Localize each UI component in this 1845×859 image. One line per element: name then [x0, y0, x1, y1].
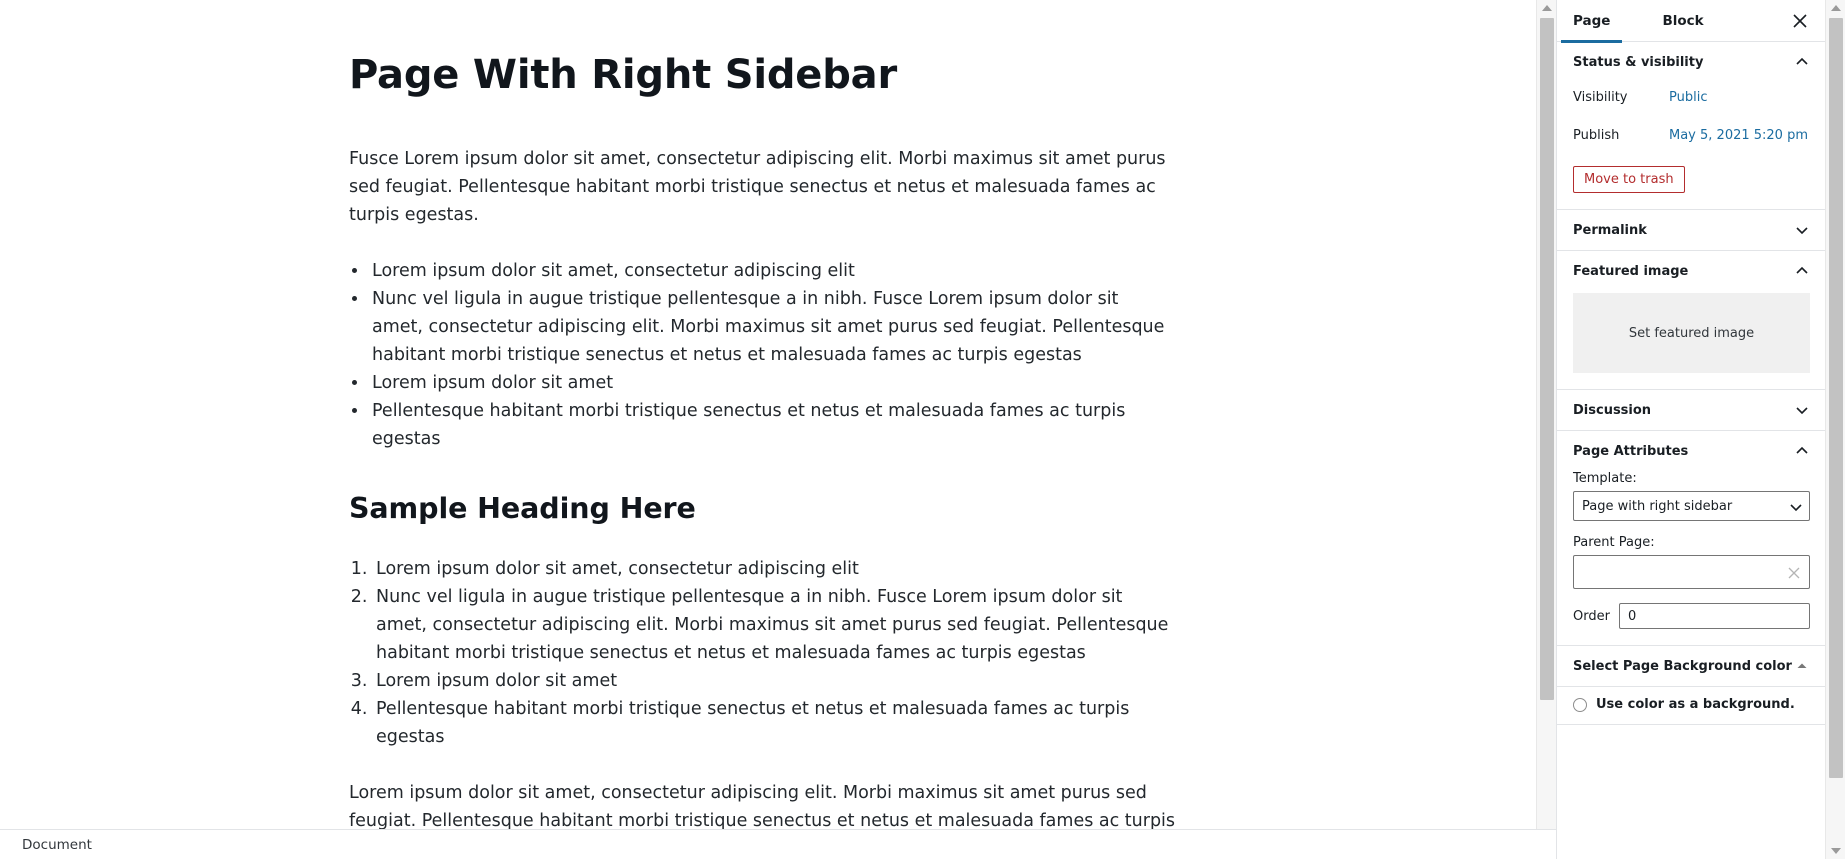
panel-discussion-header[interactable]: Discussion: [1557, 390, 1826, 430]
panel-discussion: Discussion: [1557, 390, 1826, 431]
chevron-up-icon: [1794, 54, 1810, 70]
order-input[interactable]: [1619, 603, 1810, 629]
use-color-as-background-label: Use color as a background.: [1596, 697, 1795, 712]
panel-page-attributes-body: Template: Page with right sidebar Parent…: [1557, 471, 1826, 645]
editor-statusbar: Document: [0, 829, 1556, 859]
scroll-up-arrow-icon[interactable]: [1826, 0, 1845, 16]
settings-sidebar: Page Block Status & visibility Visibilit…: [1556, 0, 1845, 859]
panel-status-visibility-body: Visibility Public Publish May 5, 2021 5:…: [1557, 82, 1826, 209]
editor-region: Page With Right Sidebar Fusce Lorem ipsu…: [0, 0, 1556, 859]
panel-background-color-header[interactable]: Select Page Background color: [1557, 646, 1826, 686]
panel-title: Select Page Background color: [1573, 658, 1792, 674]
ordered-list-block[interactable]: Lorem ipsum dolor sit amet, consectetur …: [349, 555, 1169, 751]
unordered-list-block[interactable]: Lorem ipsum dolor sit amet, consectetur …: [349, 257, 1169, 453]
template-select[interactable]: Page with right sidebar: [1573, 491, 1810, 521]
close-icon: [1793, 13, 1807, 28]
chevron-down-icon: [1794, 222, 1810, 238]
use-color-as-background-row[interactable]: Use color as a background.: [1557, 687, 1826, 724]
caret-up-icon: [1794, 658, 1810, 674]
radio-button-icon[interactable]: [1573, 697, 1587, 712]
chevron-up-icon: [1794, 263, 1810, 279]
chevron-up-icon: [1794, 443, 1810, 459]
parent-page-wrap: [1573, 555, 1810, 589]
panel-status-visibility: Status & visibility Visibility Public Pu…: [1557, 42, 1826, 210]
publish-row: Publish May 5, 2021 5:20 pm: [1573, 120, 1810, 150]
order-row: Order: [1573, 603, 1810, 629]
chevron-down-icon: [1794, 402, 1810, 418]
list-item[interactable]: Lorem ipsum dolor sit amet, consectetur …: [373, 555, 1169, 583]
editor-canvas[interactable]: Page With Right Sidebar Fusce Lorem ipsu…: [0, 0, 1536, 845]
panel-title: Discussion: [1573, 402, 1652, 418]
order-label: Order: [1573, 608, 1610, 624]
panel-status-visibility-header[interactable]: Status & visibility: [1557, 42, 1826, 82]
list-item[interactable]: Pellentesque habitant morbi tristique se…: [369, 397, 1169, 453]
publish-date-button[interactable]: May 5, 2021 5:20 pm: [1669, 128, 1808, 143]
list-item[interactable]: Lorem ipsum dolor sit amet: [373, 667, 1169, 695]
page-title[interactable]: Page With Right Sidebar: [349, 52, 1189, 99]
list-item[interactable]: Lorem ipsum dolor sit amet, consectetur …: [369, 257, 1169, 285]
divider: [1557, 724, 1826, 725]
visibility-label: Visibility: [1573, 89, 1628, 105]
list-item[interactable]: Pellentesque habitant morbi tristique se…: [373, 695, 1169, 751]
editor-scrollbar[interactable]: [1536, 0, 1556, 845]
intro-paragraph-block[interactable]: Fusce Lorem ipsum dolor sit amet, consec…: [349, 145, 1187, 229]
parent-page-label: Parent Page:: [1573, 535, 1655, 550]
section-heading[interactable]: Sample Heading Here: [349, 491, 1189, 527]
template-label: Template:: [1573, 471, 1637, 486]
move-to-trash-button[interactable]: Move to trash: [1573, 166, 1685, 193]
publish-label: Publish: [1573, 127, 1620, 143]
visibility-value-button[interactable]: Public: [1669, 90, 1707, 105]
panel-permalink: Permalink: [1557, 210, 1826, 251]
set-featured-image-button[interactable]: Set featured image: [1573, 293, 1810, 373]
parent-page-input[interactable]: [1573, 555, 1810, 589]
panel-featured-image-header[interactable]: Featured image: [1557, 251, 1826, 291]
statusbar-breadcrumb[interactable]: Document: [22, 837, 92, 853]
editor-scrollbar-thumb[interactable]: [1540, 18, 1554, 700]
sidebar-tabs: Page Block: [1557, 0, 1826, 43]
gutenberg-editor-app: Page With Right Sidebar Fusce Lorem ipsu…: [0, 0, 1845, 859]
scroll-up-arrow-icon[interactable]: [1537, 0, 1556, 16]
panel-featured-image: Featured image Set featured image: [1557, 251, 1826, 390]
panel-background-color: Select Page Background color: [1557, 646, 1826, 687]
sidebar-scrollbar-thumb[interactable]: [1829, 18, 1843, 778]
template-select-wrap: Page with right sidebar: [1573, 491, 1810, 521]
panel-permalink-header[interactable]: Permalink: [1557, 210, 1826, 250]
close-sidebar-button[interactable]: [1788, 9, 1812, 33]
panel-page-attributes: Page Attributes Template: Page with righ…: [1557, 431, 1826, 646]
list-item[interactable]: Lorem ipsum dolor sit amet: [369, 369, 1169, 397]
visibility-row: Visibility Public: [1573, 82, 1810, 112]
list-item[interactable]: Nunc vel ligula in augue tristique pelle…: [369, 285, 1169, 369]
tab-block[interactable]: Block: [1650, 0, 1715, 42]
post-content-column: Page With Right Sidebar Fusce Lorem ipsu…: [349, 0, 1189, 845]
panel-page-attributes-header[interactable]: Page Attributes: [1557, 431, 1826, 471]
tab-page[interactable]: Page: [1561, 0, 1623, 43]
panel-title: Permalink: [1573, 222, 1647, 238]
panel-title: Status & visibility: [1573, 54, 1704, 70]
panel-featured-image-body: Set featured image: [1557, 293, 1826, 389]
scroll-down-arrow-icon[interactable]: [1826, 843, 1845, 859]
sidebar-scrollbar[interactable]: [1825, 0, 1845, 859]
clear-icon[interactable]: [1788, 564, 1802, 579]
panel-title: Page Attributes: [1573, 443, 1689, 459]
settings-sidebar-inner: Page Block Status & visibility Visibilit…: [1557, 0, 1826, 859]
list-item[interactable]: Nunc vel ligula in augue tristique pelle…: [373, 583, 1169, 667]
panel-title: Featured image: [1573, 263, 1689, 279]
